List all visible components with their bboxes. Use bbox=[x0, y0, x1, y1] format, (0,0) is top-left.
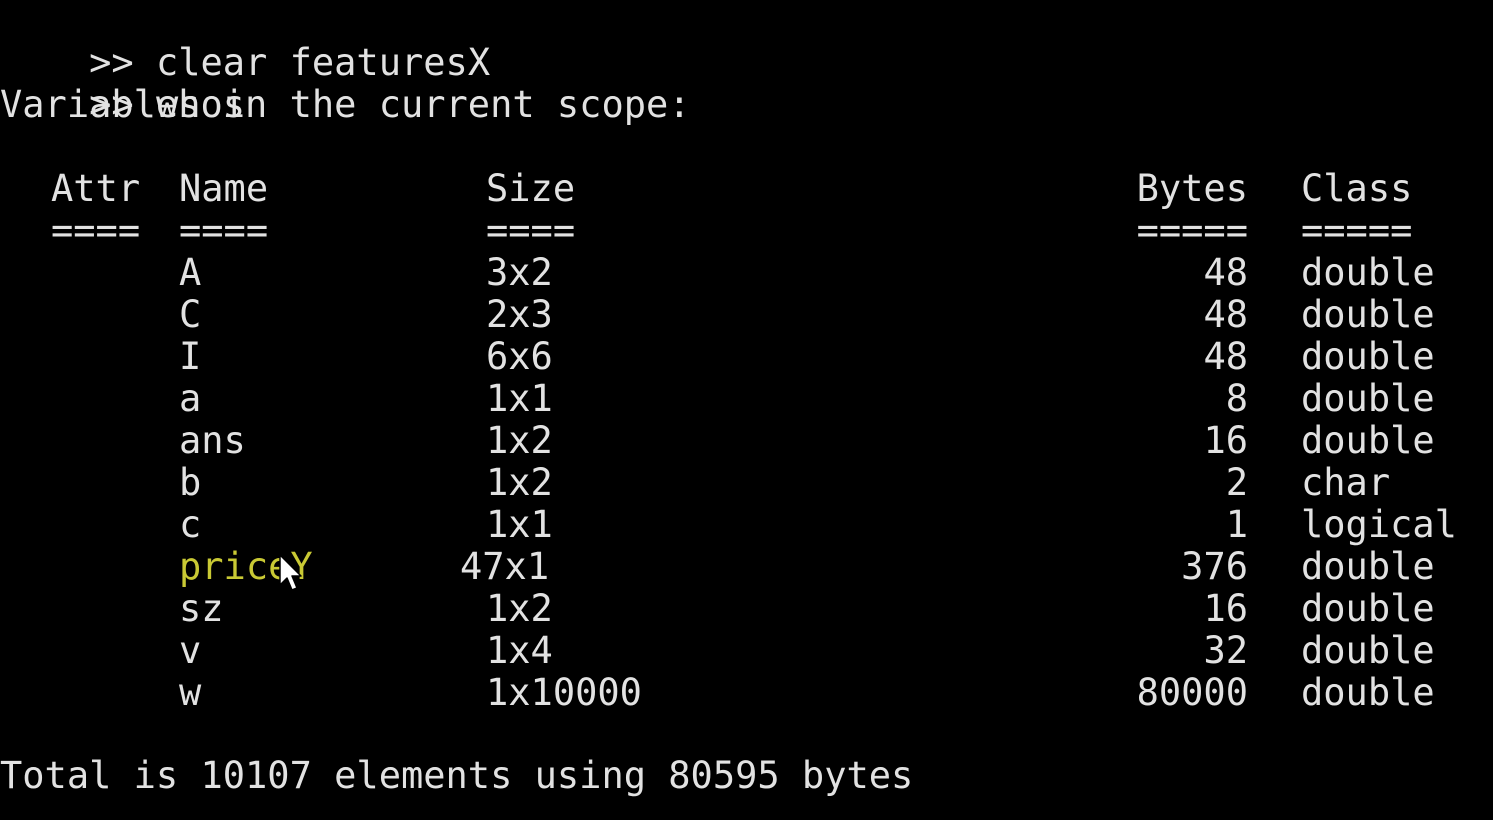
table-row: v 1x4 32 double bbox=[0, 630, 1493, 672]
table-row: I 6x6 48 double bbox=[0, 336, 1493, 378]
cell-name: Name bbox=[179, 167, 269, 210]
cell-size: ==== bbox=[486, 209, 576, 252]
cell-name: ==== bbox=[179, 209, 269, 252]
cell-size: 1x4 bbox=[486, 629, 553, 672]
cell-bytes: 376 bbox=[1181, 545, 1248, 588]
cell-name: sz bbox=[179, 587, 224, 630]
cell-bytes: 16 bbox=[1203, 587, 1248, 630]
cell-name: w bbox=[179, 671, 202, 714]
cell-name: C bbox=[179, 293, 202, 336]
cell-name: c bbox=[179, 503, 202, 546]
command-line: >> clear featuresX bbox=[0, 0, 490, 84]
cell-class: double bbox=[1301, 671, 1435, 714]
cell-bytes: 48 bbox=[1203, 251, 1248, 294]
table-row: a 1x1 8 double bbox=[0, 378, 1493, 420]
cell-attr bbox=[51, 378, 161, 420]
cell-bytes: 2 bbox=[1225, 461, 1248, 504]
cell-attr bbox=[51, 630, 161, 672]
cell-class: double bbox=[1301, 545, 1435, 588]
cell-class: double bbox=[1301, 419, 1435, 462]
cell-bytes: 16 bbox=[1203, 419, 1248, 462]
command-line: >> whos bbox=[0, 42, 245, 126]
cell-size: 3x2 bbox=[486, 251, 553, 294]
cell-bytes: 32 bbox=[1203, 629, 1248, 672]
cell-class: double bbox=[1301, 587, 1435, 630]
cell-size: 1x2 bbox=[486, 461, 553, 504]
table-row: w 1x10000 80000 double bbox=[0, 672, 1493, 714]
cell-size: 1x1 bbox=[486, 377, 553, 420]
table-row: b 1x2 2 char bbox=[0, 462, 1493, 504]
cell-size: Size bbox=[486, 167, 576, 210]
cell-name: A bbox=[179, 251, 202, 294]
cell-bytes: 48 bbox=[1203, 293, 1248, 336]
cell-class: char bbox=[1301, 461, 1391, 504]
cell-attr bbox=[51, 252, 161, 294]
cell-class: double bbox=[1301, 293, 1435, 336]
cell-attr bbox=[51, 546, 161, 588]
cell-attr bbox=[51, 504, 161, 546]
cell-class: double bbox=[1301, 377, 1435, 420]
cell-size: 1x1 bbox=[486, 503, 553, 546]
cell-attr bbox=[51, 588, 161, 630]
cell-size: 1x2 bbox=[486, 587, 553, 630]
cell-size: 2x3 bbox=[486, 293, 553, 336]
cell-bytes: 8 bbox=[1225, 377, 1248, 420]
table-row: A 3x2 48 double bbox=[0, 252, 1493, 294]
table-row: ans 1x2 16 double bbox=[0, 420, 1493, 462]
cell-name: priceY bbox=[179, 545, 313, 588]
cell-size: 1x2 bbox=[486, 419, 553, 462]
table-separator-row: ==== ==== ==== ===== ===== bbox=[0, 210, 1493, 252]
cell-attr bbox=[51, 462, 161, 504]
cell-bytes: 48 bbox=[1203, 335, 1248, 378]
table-row: priceY 47x1 376 double bbox=[0, 546, 1493, 588]
mouse-pointer-icon bbox=[279, 554, 302, 591]
cell-size: 47x1 bbox=[460, 545, 550, 588]
cell-name: v bbox=[179, 629, 202, 672]
cell-attr: ==== bbox=[51, 209, 141, 252]
cell-class: ===== bbox=[1301, 209, 1413, 252]
cell-name: b bbox=[179, 461, 202, 504]
terminal-window[interactable]: >> clear featuresX >> whos Variables in … bbox=[0, 0, 1493, 820]
cell-name: ans bbox=[179, 419, 246, 462]
cell-attr bbox=[51, 336, 161, 378]
cell-attr: Attr bbox=[51, 167, 141, 210]
total-summary: Total is 10107 elements using 80595 byte… bbox=[0, 754, 914, 797]
cell-bytes: ===== bbox=[1136, 209, 1248, 252]
cell-attr bbox=[51, 672, 161, 714]
cell-name: a bbox=[179, 377, 202, 420]
cell-class: Class bbox=[1301, 167, 1413, 210]
scope-heading: Variables in the current scope: bbox=[0, 83, 691, 126]
cell-attr bbox=[51, 420, 161, 462]
cell-class: double bbox=[1301, 629, 1435, 672]
cell-name: I bbox=[179, 335, 202, 378]
cell-class: double bbox=[1301, 335, 1435, 378]
table-row: sz 1x2 16 double bbox=[0, 588, 1493, 630]
cell-bytes: Bytes bbox=[1136, 167, 1248, 210]
table-row: c 1x1 1 logical bbox=[0, 504, 1493, 546]
cell-bytes: 1 bbox=[1225, 503, 1248, 546]
cell-bytes: 80000 bbox=[1136, 671, 1248, 714]
cell-class: double bbox=[1301, 251, 1435, 294]
cell-size: 1x10000 bbox=[486, 671, 642, 714]
table-header-row: Attr Name Size Bytes Class bbox=[0, 168, 1493, 210]
cell-attr bbox=[51, 294, 161, 336]
table-row: C 2x3 48 double bbox=[0, 294, 1493, 336]
cell-class: logical bbox=[1301, 503, 1457, 546]
cell-size: 6x6 bbox=[486, 335, 553, 378]
